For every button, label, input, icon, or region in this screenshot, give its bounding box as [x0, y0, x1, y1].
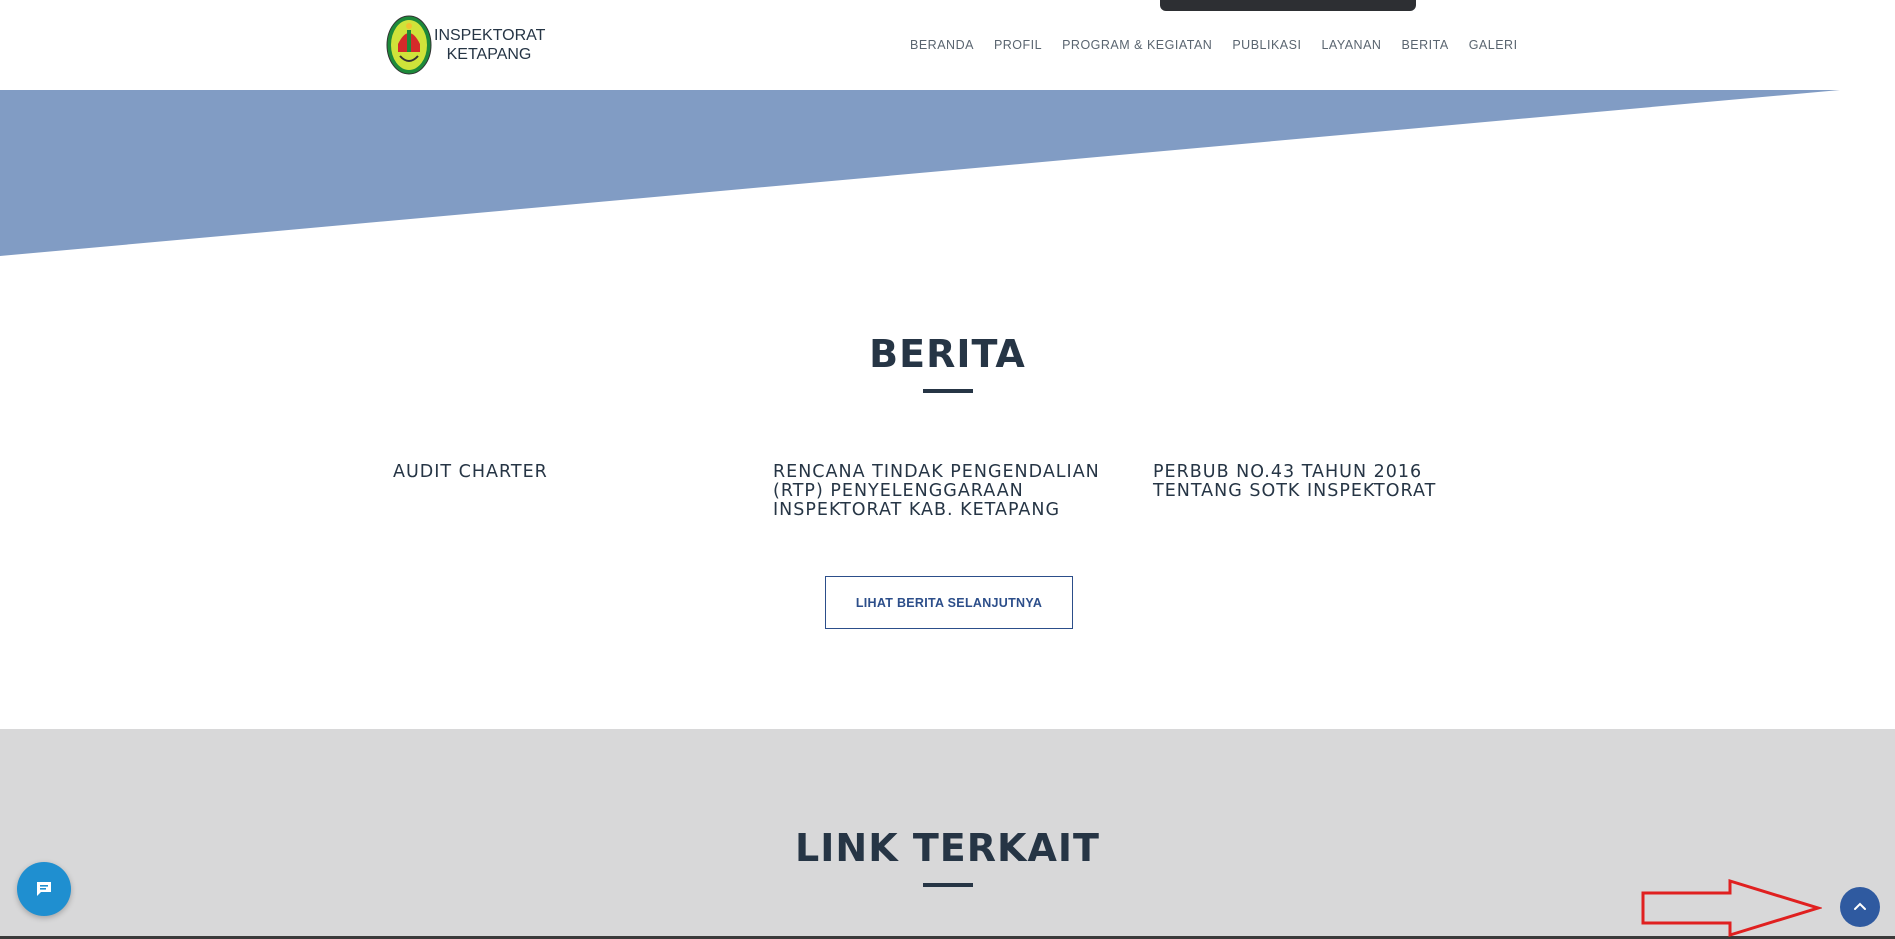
top-notification-tab [1160, 0, 1416, 11]
nav-publikasi[interactable]: PUBLIKASI [1232, 38, 1301, 54]
brand-line-1: INSPEKTORAT [434, 27, 546, 44]
site-header: INSPEKTORAT KETAPANG BERANDA PROFIL PROG… [0, 0, 1895, 90]
nav-berita[interactable]: BERITA [1401, 38, 1448, 54]
nav-profil[interactable]: PROFIL [994, 38, 1042, 54]
red-arrow-icon [1641, 878, 1822, 938]
link-terkait-heading: LINK TERKAIT [795, 826, 1100, 870]
scroll-to-top-button[interactable] [1840, 887, 1880, 927]
nav-program-kegiatan[interactable]: PROGRAM & KEGIATAN [1062, 38, 1212, 54]
main-navigation: BERANDA PROFIL PROGRAM & KEGIATAN PUBLIK… [910, 38, 1518, 54]
more-news-button[interactable]: LIHAT BERITA SELANJUTNYA [825, 576, 1073, 629]
chat-bubble-icon [37, 882, 51, 896]
nav-beranda[interactable]: BERANDA [910, 38, 974, 54]
berita-heading: BERITA [869, 332, 1026, 376]
chat-button[interactable] [17, 862, 71, 916]
brand-name[interactable]: INSPEKTORAT KETAPANG [434, 26, 546, 64]
brand-line-2: KETAPANG [446, 46, 532, 63]
link-terkait-heading-underline [923, 883, 973, 887]
hero-wedge-decoration [0, 90, 1840, 256]
nav-galeri[interactable]: GALERI [1469, 38, 1518, 54]
news-item-rtp[interactable]: RENCANA TINDAK PENGENDALIAN (RTP) PENYEL… [773, 463, 1123, 520]
page: INSPEKTORAT KETAPANG BERANDA PROFIL PROG… [0, 0, 1895, 939]
chevron-up-icon [1854, 902, 1866, 910]
news-item-perbub[interactable]: PERBUB NO.43 TAHUN 2016 TENTANG SOTK INS… [1153, 463, 1493, 501]
berita-heading-underline [923, 389, 973, 393]
news-item-audit-charter[interactable]: AUDIT CHARTER [393, 463, 733, 482]
nav-layanan[interactable]: LAYANAN [1321, 38, 1381, 54]
government-emblem-icon[interactable] [386, 14, 432, 76]
